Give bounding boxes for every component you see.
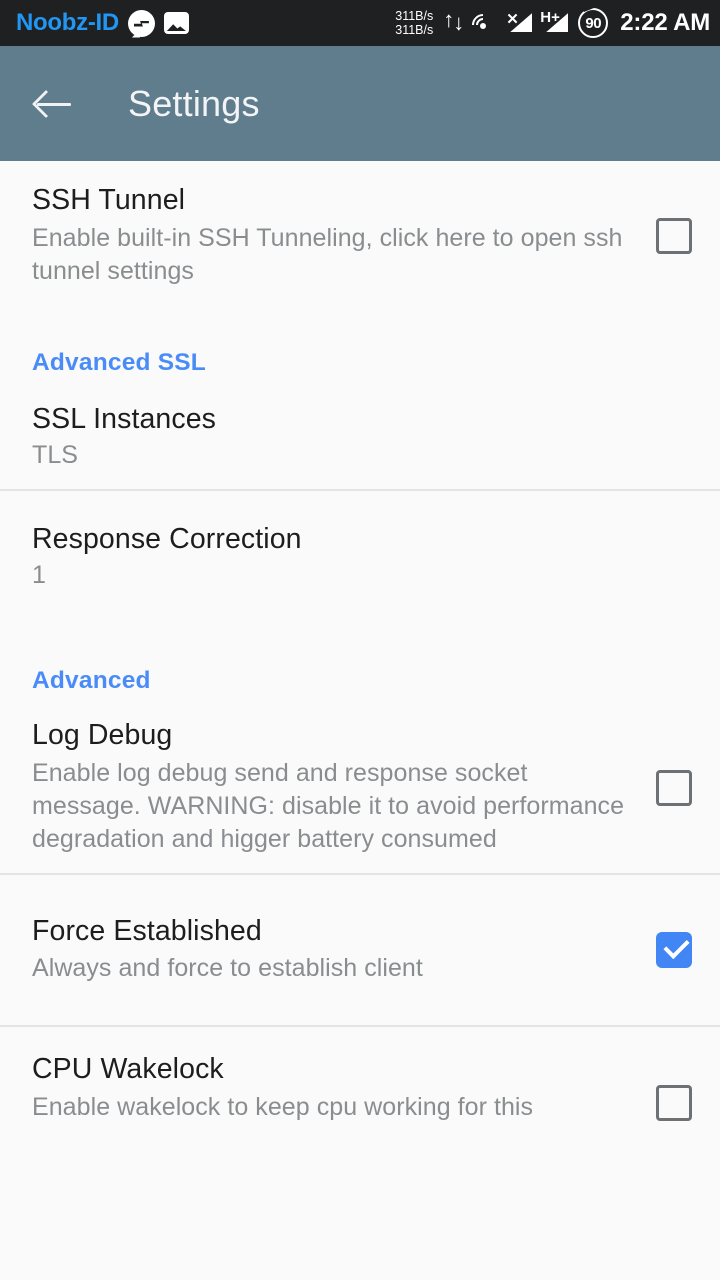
page-title: Settings <box>128 82 260 124</box>
status-bar-right-group: 311B/s 311B/s ↑ ↓ ✕ H+ 90 2:22 AM <box>395 7 710 41</box>
section-header-advanced: Advanced <box>32 667 151 694</box>
preference-summary: Enable wakelock to keep cpu working for … <box>32 1092 534 1121</box>
preference-title: CPU Wakelock <box>32 1053 224 1085</box>
preference-row-ssl-instances[interactable]: SSL Instances TLS <box>0 377 720 489</box>
battery-level-label: 90 <box>585 14 602 32</box>
signal-x-marker: ✕ <box>506 11 519 28</box>
preference-row-ssh-tunnel[interactable]: SSH Tunnel Enable built-in SSH Tunneling… <box>0 161 720 311</box>
preference-summary: Enable log debug send and response socke… <box>32 758 625 854</box>
preference-summary: Always and force to establish client <box>32 954 423 983</box>
status-bar-app-name: Noobz-ID <box>16 9 119 36</box>
preference-text-block: SSL Instances TLS <box>32 403 692 472</box>
messenger-icon <box>127 9 155 38</box>
messenger-icon-tail <box>131 29 140 38</box>
arrow-up-icon: ↑ <box>443 7 455 32</box>
section-header-advanced-ssl: Advanced SSL <box>32 349 206 376</box>
preference-row-cpu-wakelock[interactable]: CPU Wakelock Enable wakelock to keep cpu… <box>0 1027 720 1139</box>
checkbox-log-debug[interactable] <box>656 770 692 806</box>
preference-row-response-correction[interactable]: Response Correction 1 <box>0 491 720 609</box>
net-speed-up: 311B/s <box>395 9 434 23</box>
preference-summary: 1 <box>32 560 46 589</box>
app-bar: Settings <box>0 46 720 161</box>
preference-summary: TLS <box>32 440 78 469</box>
status-bar: Noobz-ID 311B/s 311B/s ↑ ↓ ✕ H+ 90 2:22 … <box>0 0 720 46</box>
status-bar-clock: 2:22 AM <box>620 9 710 36</box>
preference-text-block: Log Debug Enable log debug send and resp… <box>32 719 656 856</box>
preference-title: Log Debug <box>32 719 173 752</box>
data-transfer-icon: 311B/s 311B/s <box>395 9 433 37</box>
photo-icon <box>163 12 189 34</box>
settings-list: SSH Tunnel Enable built-in SSH Tunneling… <box>0 161 720 1139</box>
checkbox-cpu-wakelock[interactable] <box>656 1085 692 1121</box>
preference-title: SSL Instances <box>32 403 217 435</box>
preference-row-log-debug[interactable]: Log Debug Enable log debug send and resp… <box>0 695 720 873</box>
preference-title: SSH Tunnel <box>32 183 186 216</box>
checkbox-ssh-tunnel[interactable] <box>656 218 692 254</box>
cast-icon <box>467 9 499 41</box>
arrow-down-icon: ↓ <box>453 10 465 35</box>
checkbox-force-established[interactable] <box>656 932 692 968</box>
preference-text-block: Force Established Always and force to es… <box>32 915 656 986</box>
preference-title: Response Correction <box>32 523 302 555</box>
preference-summary: Enable built-in SSH Tunneling, click her… <box>32 223 623 285</box>
preference-title: Force Established <box>32 914 262 947</box>
net-speed-down: 311B/s <box>395 23 434 37</box>
battery-icon: 90 <box>578 8 609 38</box>
mobile-data-type-label: H+ <box>540 9 560 26</box>
back-arrow-icon[interactable] <box>34 83 76 125</box>
preference-row-force-established[interactable]: Force Established Always and force to es… <box>0 875 720 1025</box>
signal-hplus-icon: H+ <box>540 9 569 36</box>
android-settings-screen: Noobz-ID 311B/s 311B/s ↑ ↓ ✕ H+ 90 2:22 … <box>0 0 720 1280</box>
up-down-arrows-icon: ↑ ↓ <box>443 7 465 37</box>
signal-no-service-icon: ✕ <box>506 10 533 36</box>
preference-text-block: Response Correction 1 <box>32 523 692 592</box>
preference-text-block: SSH Tunnel Enable built-in SSH Tunneling… <box>32 184 656 288</box>
preference-text-block: CPU Wakelock Enable wakelock to keep cpu… <box>32 1053 656 1124</box>
status-bar-left-group: Noobz-ID <box>16 9 189 38</box>
